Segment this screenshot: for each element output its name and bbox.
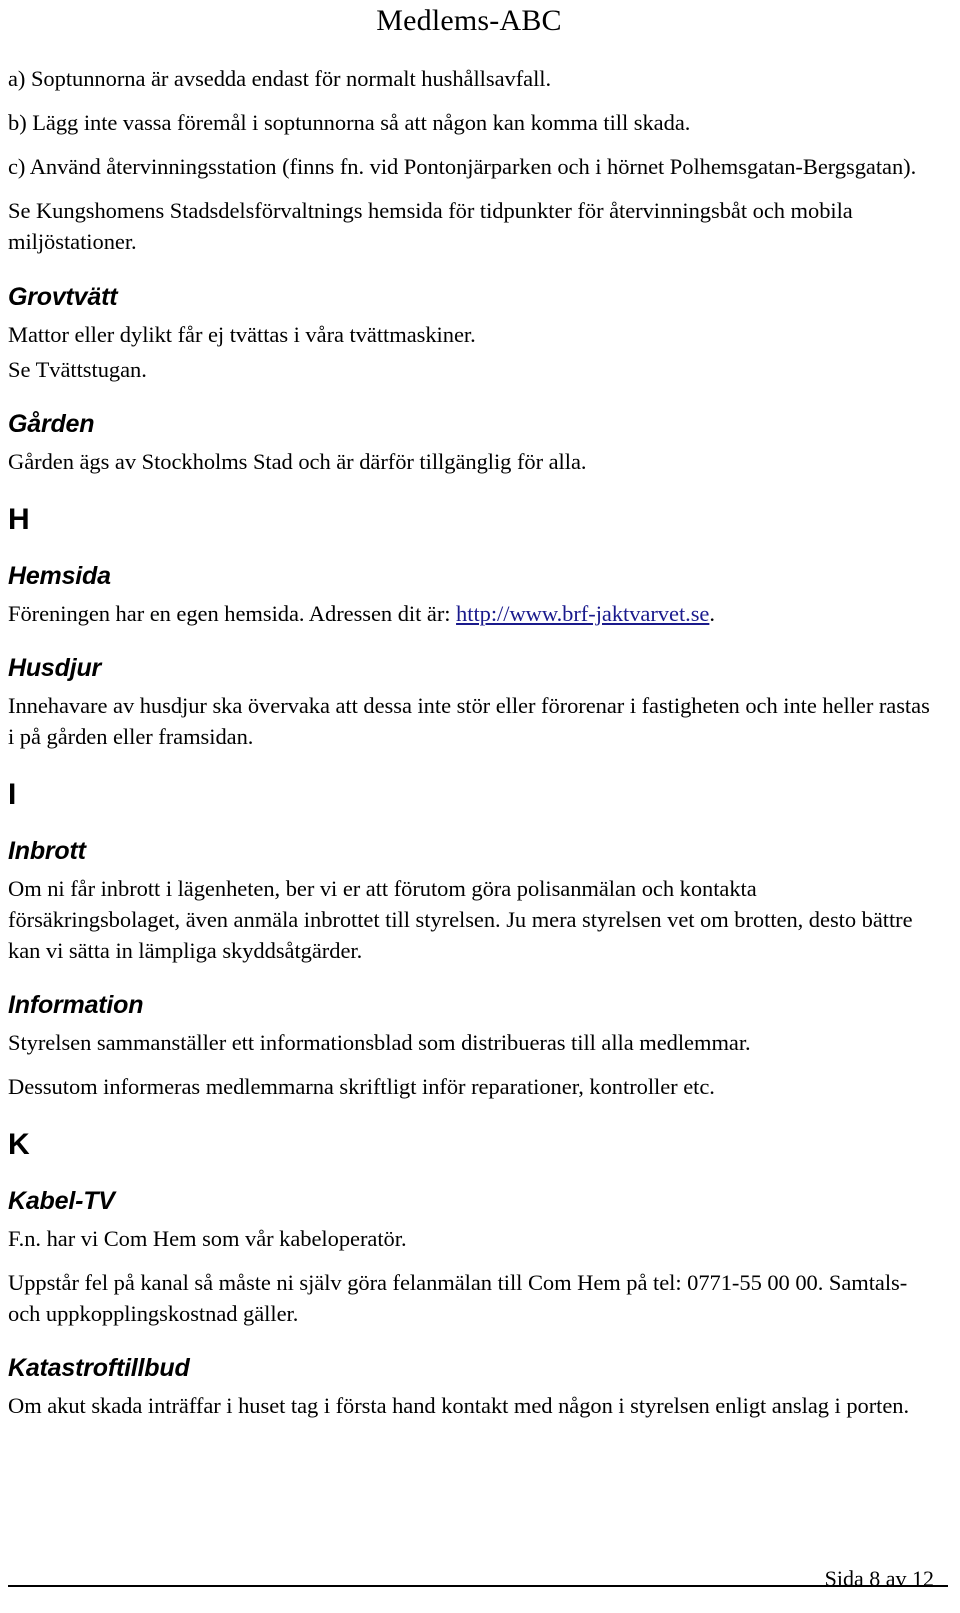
title-spacer — [8, 37, 930, 63]
page-footer: Sida 8 av 12 — [0, 1553, 960, 1613]
hemsida-text-suffix: . — [709, 601, 715, 626]
heading-garden: Gården — [8, 410, 95, 438]
website-link[interactable]: http://www.brf-jaktvarvet.se — [456, 601, 709, 626]
page-title: Medlems-ABC — [376, 4, 562, 37]
letter-heading-k: K — [8, 1128, 30, 1161]
paragraph-grovtvatt-1: Mattor eller dylikt får ej tvättas i vår… — [8, 322, 476, 347]
paragraph-kabel-tv-2: Uppstår fel på kanal så måste ni själv g… — [8, 1270, 908, 1326]
heading-inbrott: Inbrott — [8, 837, 86, 865]
heading-hemsida: Hemsida — [8, 562, 111, 590]
heading-kabel-tv: Kabel-TV — [8, 1187, 115, 1215]
hemsida-text-prefix: Föreningen har en egen hemsida. Adressen… — [8, 601, 457, 626]
intro-item-d: Se Kungshomens Stadsdelsförvaltnings hem… — [8, 198, 853, 254]
paragraph-information-2: Dessutom informeras medlemmarna skriftli… — [8, 1074, 715, 1099]
heading-grovtvatt: Grovtvätt — [8, 283, 118, 311]
intro-item-a: a) Soptunnorna är avsedda endast för nor… — [8, 66, 552, 91]
heading-husdjur: Husdjur — [8, 654, 102, 682]
paragraph-hemsida-1: Föreningen har en egen hemsida. Adressen… — [8, 598, 930, 629]
paragraph-inbrott-1: Om ni får inbrott i lägenheten, ber vi e… — [8, 876, 913, 963]
document-page: Medlems-ABC a) Soptunnorna är avsedda en… — [0, 4, 960, 1613]
paragraph-information-1: Styrelsen sammanställer ett informations… — [8, 1030, 751, 1055]
heading-katastroftillbud: Katastroftillbud — [8, 1354, 190, 1382]
letter-heading-i: I — [8, 778, 17, 811]
footer-divider: Sida 8 av 12 — [8, 1566, 948, 1591]
paragraph-katastroftillbud-1: Om akut skada inträffar i huset tag i fö… — [8, 1393, 910, 1418]
letter-heading-h: H — [8, 503, 30, 536]
intro-item-b: b) Lägg inte vassa föremål i soptunnorna… — [8, 110, 691, 135]
paragraph-husdjur-1: Innehavare av husdjur ska övervaka att d… — [8, 693, 930, 749]
paragraph-garden-1: Gården ägs av Stockholms Stad och är där… — [8, 449, 587, 474]
intro-item-c: c) Använd återvinningsstation (finns fn.… — [8, 154, 917, 179]
paragraph-kabel-tv-1: F.n. har vi Com Hem som vår kabeloperatö… — [8, 1226, 407, 1251]
page-number: Sida 8 av 12 — [824, 1566, 934, 1591]
paragraph-grovtvatt-2: Se Tvättstugan. — [8, 357, 147, 382]
heading-information: Information — [8, 991, 144, 1019]
